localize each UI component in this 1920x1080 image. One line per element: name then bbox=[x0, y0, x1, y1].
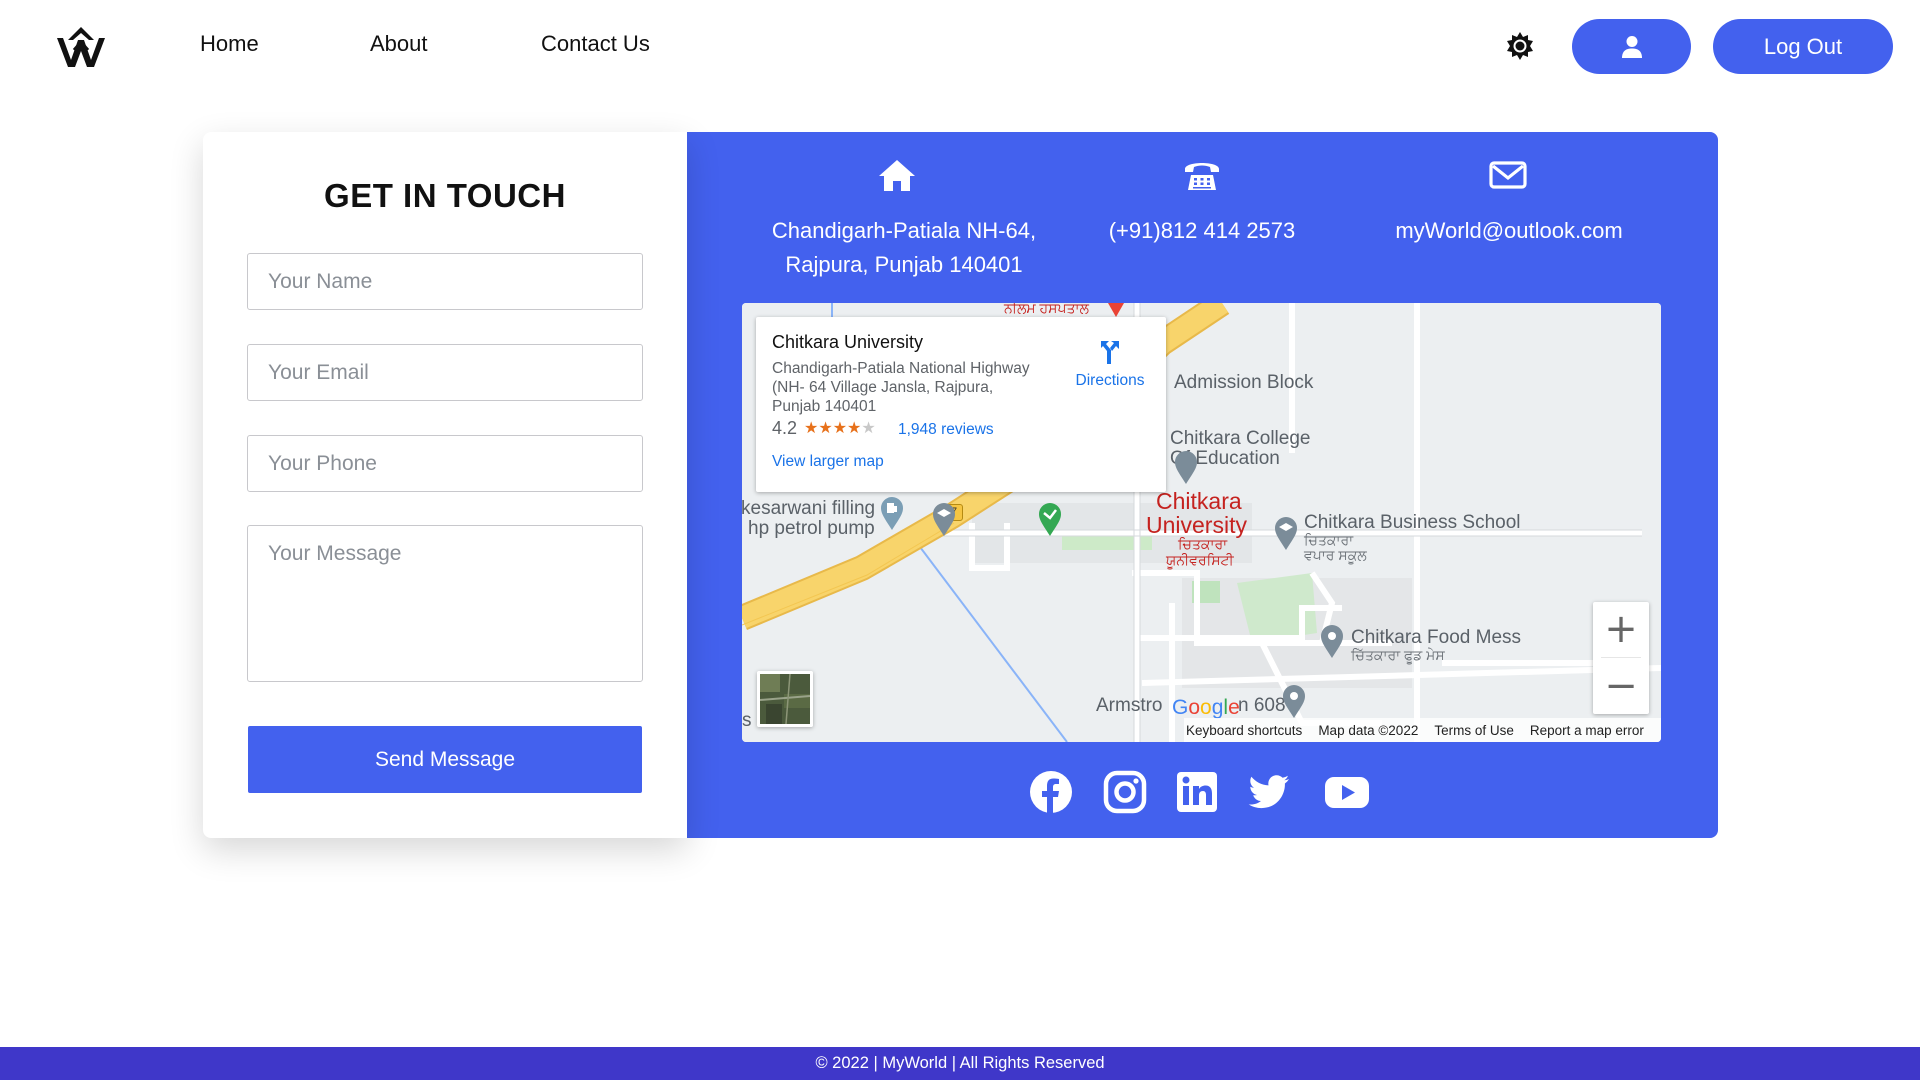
zoom-controls: + − bbox=[1593, 602, 1649, 714]
place-address-line-2: (NH- 64 Village Jansla, Rajpura, bbox=[772, 379, 994, 396]
map-label-admission-block: Admission Block bbox=[1174, 372, 1314, 393]
map-label-university-line2: University bbox=[1146, 512, 1247, 538]
form-title: GET IN TOUCH bbox=[324, 177, 566, 214]
map-label-pump-line1: kesarwani filling bbox=[742, 498, 876, 519]
phone-text: (+91)812 414 2573 bbox=[1108, 218, 1296, 243]
map-attribution-bar: Keyboard shortcuts Map data ©2022 Terms … bbox=[1184, 718, 1661, 742]
profile-button[interactable] bbox=[1572, 19, 1691, 74]
phone-input[interactable] bbox=[247, 435, 643, 492]
email-input[interactable] bbox=[247, 344, 643, 401]
logout-button[interactable]: Log Out bbox=[1713, 19, 1893, 74]
top-navbar: Home About Contact Us Log Out bbox=[0, 0, 1920, 92]
map-label-armstrong-end: n 608 bbox=[1238, 695, 1286, 716]
rating-value: 4.2 bbox=[772, 418, 798, 438]
user-icon bbox=[1621, 35, 1642, 58]
zoom-divider bbox=[1601, 657, 1641, 658]
map-label-college-line1: Chitkara College bbox=[1170, 428, 1311, 449]
map-label-business-school: Chitkara Business School bbox=[1304, 512, 1521, 533]
address-line-1: Chandigarh-Patiala NH-64, bbox=[771, 218, 1037, 243]
business-school-pin-icon[interactable] bbox=[1274, 517, 1298, 551]
nav-home-link[interactable]: Home bbox=[200, 31, 259, 57]
email-text: myWorld@outlook.com bbox=[1395, 218, 1623, 243]
school-pin-icon[interactable] bbox=[932, 503, 956, 537]
google-logo: Google bbox=[1172, 696, 1240, 719]
place-address: Chandigarh-Patiala National Highway (NH-… bbox=[772, 359, 1062, 416]
directions-button[interactable]: Directions bbox=[1062, 331, 1158, 391]
home-icon bbox=[879, 160, 915, 191]
keyboard-shortcuts-link[interactable]: Keyboard shortcuts bbox=[1186, 723, 1302, 738]
place-address-line-1: Chandigarh-Patiala National Highway bbox=[772, 360, 1030, 377]
brand-logo-icon[interactable] bbox=[54, 24, 108, 70]
youtube-icon[interactable] bbox=[1324, 769, 1370, 815]
map-label-university-line1: Chitkara bbox=[1156, 488, 1242, 514]
map-label-hospital: ਨੀਲਮ ਹਸਪਤਾਲ bbox=[1004, 303, 1089, 316]
college-pin-icon[interactable] bbox=[1174, 451, 1198, 485]
message-textarea[interactable] bbox=[247, 525, 643, 682]
map-data-text: Map data ©2022 bbox=[1318, 722, 1419, 738]
copyright-text: © 2022 | MyWorld | All Rights Reserved bbox=[815, 1054, 1105, 1072]
map-label-food-punjabi: ਚਿੱਤਕਾਰਾ ਫੂਡ ਮੇਸ bbox=[1351, 647, 1445, 663]
rating-stars-icon: ★★★★★ bbox=[804, 420, 876, 437]
view-larger-map-link[interactable]: View larger map bbox=[772, 453, 884, 471]
contact-form-card: GET IN TOUCH Send Message bbox=[203, 132, 687, 838]
place-name: Chitkara University bbox=[772, 332, 924, 352]
map-label-business-punjabi2: ਵਪਾਰ ਸਕੂਲ bbox=[1304, 547, 1367, 563]
instagram-icon[interactable] bbox=[1102, 769, 1148, 815]
facebook-icon[interactable] bbox=[1028, 769, 1074, 815]
zoom-out-button[interactable]: − bbox=[1593, 659, 1649, 714]
terms-of-use-link[interactable]: Terms of Use bbox=[1434, 723, 1514, 738]
map-label-business-punjabi1: ਚਿਤਕਾਰਾ bbox=[1304, 532, 1354, 548]
map-label-pump-line2: hp petrol pump bbox=[748, 518, 875, 539]
embedded-map[interactable]: ਨੀਲਮ ਹਸਪਤਾਲ Admission Block Chitkara Col… bbox=[742, 303, 1661, 742]
sun-icon[interactable] bbox=[1504, 30, 1536, 62]
page-footer: © 2022 | MyWorld | All Rights Reserved bbox=[0, 1047, 1920, 1080]
place-address-line-3: Punjab 140401 bbox=[772, 398, 877, 415]
directions-icon bbox=[1101, 341, 1119, 364]
nav-contact-link[interactable]: Contact Us bbox=[541, 31, 650, 57]
map-info-window: Chitkara University Chandigarh-Patiala N… bbox=[756, 317, 1166, 492]
map-label-university-punjabi2: ਯੂਨੀਵਰਸਿਟੀ bbox=[1166, 552, 1234, 568]
satellite-view-toggle[interactable] bbox=[757, 671, 813, 727]
map-label-food-mess: Chitkara Food Mess bbox=[1351, 627, 1522, 648]
gas-station-pin-icon[interactable] bbox=[880, 497, 904, 531]
map-label-university-punjabi1: ਚਿਤਕਾਰਾ bbox=[1178, 536, 1228, 552]
contact-info-panel: Chandigarh-Patiala NH-64, Rajpura, Punja… bbox=[684, 132, 1718, 838]
twitter-icon[interactable] bbox=[1246, 769, 1292, 815]
report-map-error-link[interactable]: Report a map error bbox=[1530, 723, 1644, 738]
satellite-thumbnail-icon bbox=[760, 674, 810, 724]
send-message-button[interactable]: Send Message bbox=[248, 726, 642, 793]
map-label-armstrong-start: Armstro bbox=[1096, 695, 1163, 716]
zoom-in-button[interactable]: + bbox=[1593, 602, 1649, 657]
reviews-link[interactable]: 1,948 reviews bbox=[898, 421, 994, 439]
telephone-icon bbox=[1185, 163, 1219, 190]
directions-label: Directions bbox=[1075, 372, 1145, 389]
armstrong-pin-icon[interactable] bbox=[1282, 685, 1306, 719]
name-input[interactable] bbox=[247, 253, 643, 310]
map-label-edge: s bbox=[742, 710, 752, 731]
food-mess-pin-icon[interactable] bbox=[1320, 625, 1344, 659]
linkedin-icon[interactable] bbox=[1174, 769, 1220, 815]
address-line-2: Rajpura, Punjab 140401 bbox=[785, 252, 1023, 277]
address-text: Chandigarh-Patiala NH-64, Rajpura, Punja… bbox=[754, 214, 1054, 282]
nav-about-link[interactable]: About bbox=[370, 31, 428, 57]
mail-icon bbox=[1489, 161, 1527, 189]
hospital-pin-icon[interactable] bbox=[1038, 503, 1062, 537]
